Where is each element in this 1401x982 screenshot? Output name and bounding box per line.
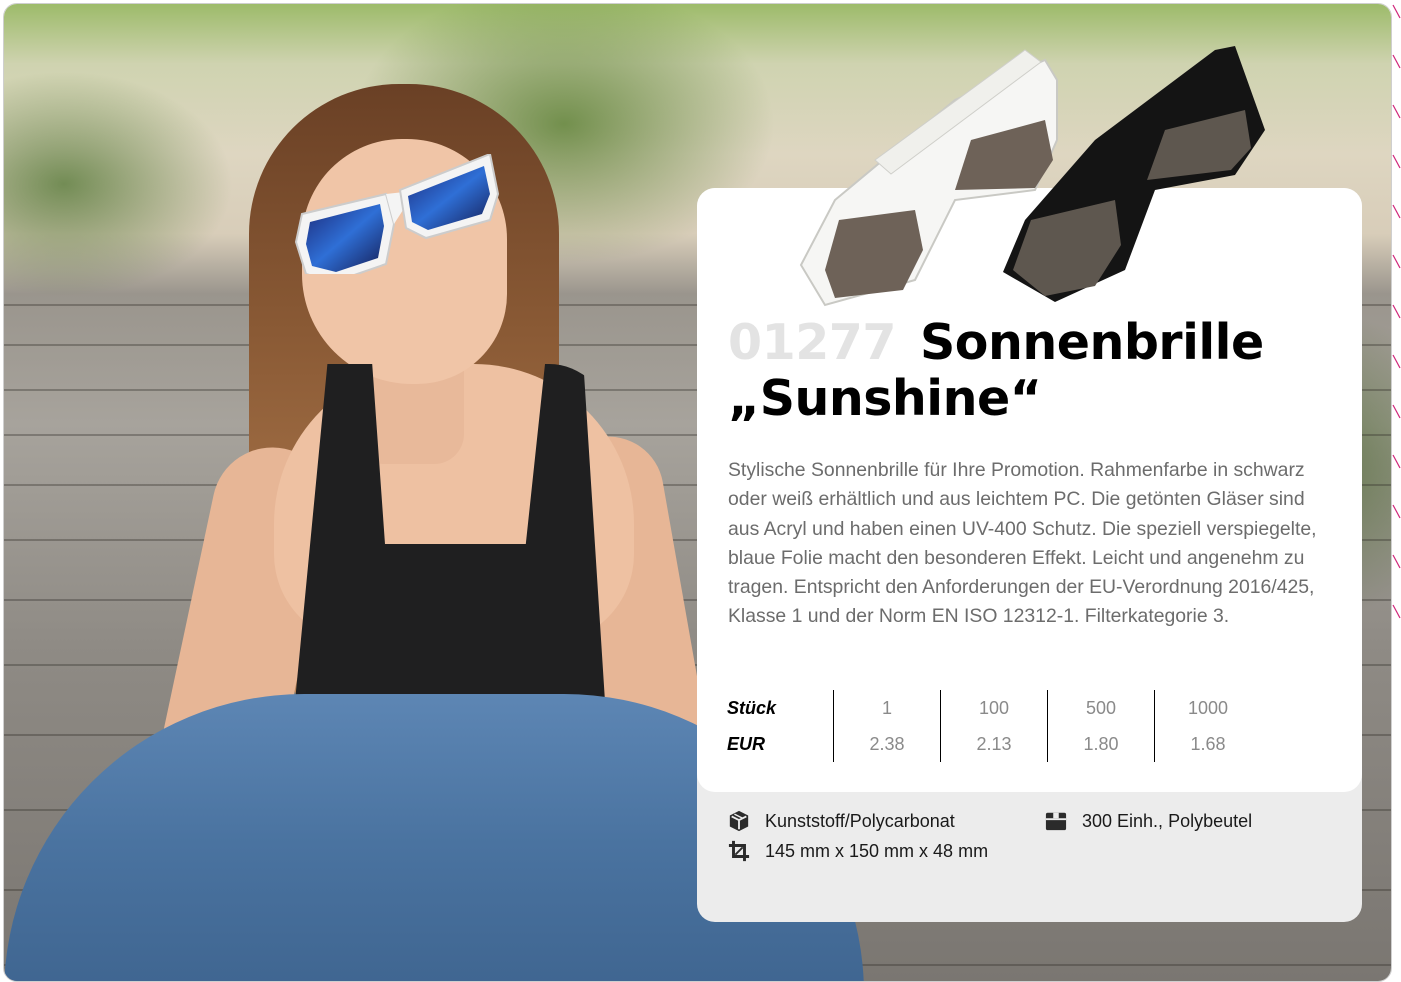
spec-material-text: Kunststoff/Polycarbonat: [765, 810, 955, 831]
price-cell: 2.38: [833, 726, 941, 762]
spec-packaging: 300 Einh., Polybeutel: [1044, 809, 1252, 833]
spec-dimensions: 145 mm x 150 mm x 48 mm: [727, 839, 988, 863]
box-icon: [727, 809, 751, 833]
price-cell: 1.68: [1154, 726, 1261, 762]
model-sunglasses: [294, 154, 500, 274]
package-icon: [1044, 809, 1068, 833]
price-cell: 2.13: [940, 726, 1048, 762]
crop-icon: [727, 839, 751, 863]
price-cell: 1.80: [1047, 726, 1155, 762]
spec-packaging-text: 300 Einh., Polybeutel: [1082, 810, 1253, 831]
quantity-row: Stück 1 100 500 1000: [727, 690, 1261, 726]
quantity-label: Stück: [727, 697, 777, 718]
spec-material: Kunststoff/Polycarbonat: [727, 809, 955, 833]
quantity-cell: 1: [833, 690, 941, 726]
product-description: Stylische Sonnenbrille für Ihre Promotio…: [728, 459, 1317, 628]
price-row: EUR 2.38 2.13 1.80 1.68: [727, 726, 1261, 762]
price-table: Stück 1 100 500 1000 EUR 2.38 2.13 1.80 …: [727, 690, 1261, 762]
quantity-cell: 500: [1047, 690, 1155, 726]
quantity-cell: 1000: [1154, 690, 1261, 726]
product-name-line1: Sonnenbrille: [919, 314, 1264, 371]
product-title: 01277 Sonnenbrille „Sunshine“: [728, 315, 1348, 427]
product-number: 01277: [728, 314, 896, 371]
spec-dimensions-text: 145 mm x 150 mm x 48 mm: [765, 840, 989, 861]
page-edge-decoration: [1392, 4, 1401, 619]
quantity-cell: 100: [940, 690, 1048, 726]
product-name-line2: „Sunshine“: [728, 370, 1042, 427]
currency-label: EUR: [727, 733, 766, 754]
product-sunglasses-image: [799, 46, 1265, 307]
